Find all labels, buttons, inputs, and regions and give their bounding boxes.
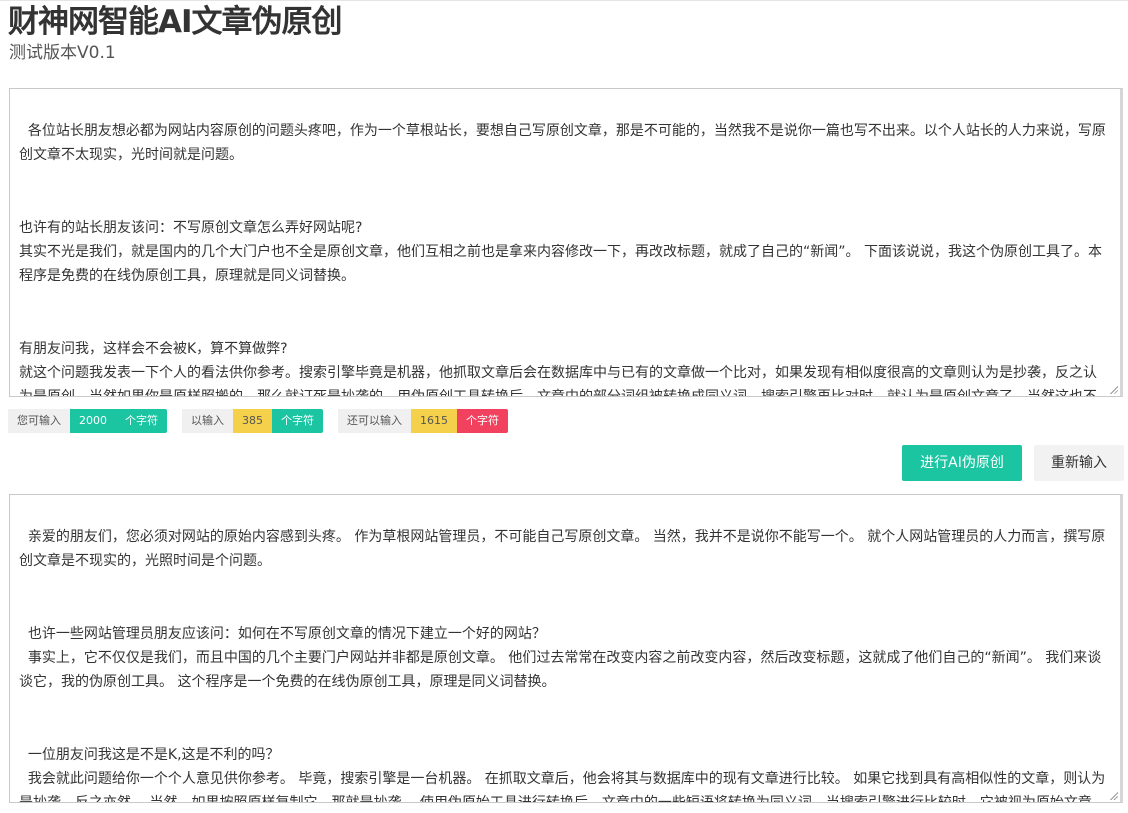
entered-chars-unit: 个字符	[272, 409, 323, 433]
rewritten-article-textarea[interactable]: 亲爱的朋友们，您必须对网站的原始内容感到头疼。 作为草根网站管理员，不可能自己写…	[9, 494, 1123, 803]
ai-rewrite-button[interactable]: 进行AI伪原创	[902, 445, 1022, 481]
max-chars-label: 您可输入	[8, 409, 70, 433]
max-chars-value: 2000	[70, 409, 116, 433]
reset-input-button[interactable]: 重新输入	[1034, 445, 1124, 481]
page-title: 财神网智能AI文章伪原创	[8, 4, 343, 40]
max-chars-unit: 个字符	[116, 409, 167, 433]
resize-handle-icon[interactable]	[1109, 385, 1118, 394]
entered-chars-value: 385	[233, 409, 272, 433]
max-chars-counter: 您可输入 2000 个字符	[8, 409, 167, 433]
rewritten-article-text: 亲爱的朋友们，您必须对网站的原始内容感到头疼。 作为草根网站管理员，不可能自己写…	[19, 529, 1106, 802]
entered-chars-counter: 以输入 385 个字符	[182, 409, 323, 433]
entered-chars-label: 以输入	[182, 409, 233, 433]
remaining-chars-value: 1615	[411, 409, 457, 433]
remaining-chars-counter: 还可以输入 1615 个字符	[338, 409, 508, 433]
remaining-chars-unit: 个字符	[457, 409, 508, 433]
source-article-textarea[interactable]: 各位站长朋友想必都为网站内容原创的问题头疼吧，作为一个草根站长，要想自己写原创文…	[9, 88, 1123, 397]
top-divider	[0, 0, 1128, 1]
resize-handle-icon[interactable]	[1109, 791, 1118, 800]
source-article-text: 各位站长朋友想必都为网站内容原创的问题头疼吧，作为一个草根站长，要想自己写原创文…	[19, 123, 1106, 396]
remaining-chars-label: 还可以输入	[338, 409, 411, 433]
version-subtitle: 测试版本V0.1	[9, 43, 116, 63]
